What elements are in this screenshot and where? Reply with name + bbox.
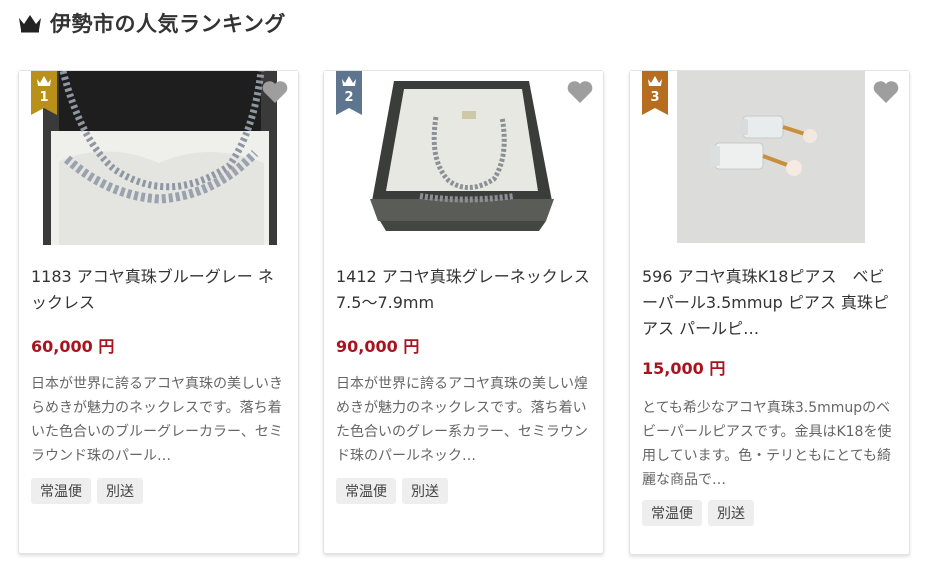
favorite-heart-icon[interactable] — [260, 77, 290, 107]
rank-badge: 2 — [336, 71, 362, 115]
rank-number: 1 — [39, 90, 49, 105]
product-card[interactable]: 1 1183 アコヤ真珠ブルーグレー ネックレス 60,000 円 日本が世界に… — [18, 70, 299, 554]
tag-shipping: 常温便 — [31, 478, 91, 504]
rank-badge: 3 — [642, 71, 668, 115]
tag-list: 常温便 別送 — [642, 500, 754, 526]
product-card[interactable]: 2 1412 アコヤ真珠グレーネックレス7.5〜7.9mm 90,000 円 日… — [323, 70, 604, 554]
rank-number: 3 — [650, 90, 660, 105]
product-name[interactable]: 1183 アコヤ真珠ブルーグレー ネックレス — [31, 264, 286, 316]
tag-shipping: 常温便 — [642, 500, 702, 526]
tag-list: 常温便 別送 — [336, 478, 448, 504]
product-name[interactable]: 1412 アコヤ真珠グレーネックレス7.5〜7.9mm — [336, 264, 591, 316]
rank-number: 2 — [344, 90, 354, 105]
product-image[interactable] — [324, 71, 603, 245]
product-name[interactable]: 596 アコヤ真珠K18ピアス ベビーパール3.5mmup ピアス 真珠ピアス … — [642, 264, 897, 342]
product-price: 90,000 円 — [336, 337, 420, 356]
rank-badge: 1 — [31, 71, 57, 115]
product-description: とても希少なアコヤ真珠3.5mmupのベビーパールピアスです。金具はK18を使用… — [642, 400, 892, 488]
favorite-heart-icon[interactable] — [871, 77, 901, 107]
tag-list: 常温便 別送 — [31, 478, 143, 504]
product-price: 15,000 円 — [642, 359, 726, 378]
page-title: 伊勢市の人気ランキング — [50, 12, 286, 36]
tag-shipping: 常温便 — [336, 478, 396, 504]
product-description: 日本が世界に誇るアコヤ真珠の美しいきらめきが魅力のネックレスです。落ち着いた色合… — [31, 376, 283, 464]
tag-separate: 別送 — [708, 500, 754, 526]
product-description: 日本が世界に誇るアコヤ真珠の美しい煌めきが魅力のネックレスです。落ち着いた色合い… — [336, 376, 588, 464]
product-image[interactable] — [19, 71, 298, 245]
product-price: 60,000 円 — [31, 337, 115, 356]
tag-separate: 別送 — [97, 478, 143, 504]
tag-separate: 別送 — [402, 478, 448, 504]
crown-icon — [19, 15, 41, 33]
favorite-heart-icon[interactable] — [565, 77, 595, 107]
ranking-header: 伊勢市の人気ランキング — [18, 8, 286, 38]
product-image[interactable] — [630, 71, 909, 245]
product-card[interactable]: 3 596 アコヤ真珠K18ピアス ベビーパール3.5mmup ピアス 真珠ピア… — [629, 70, 910, 555]
